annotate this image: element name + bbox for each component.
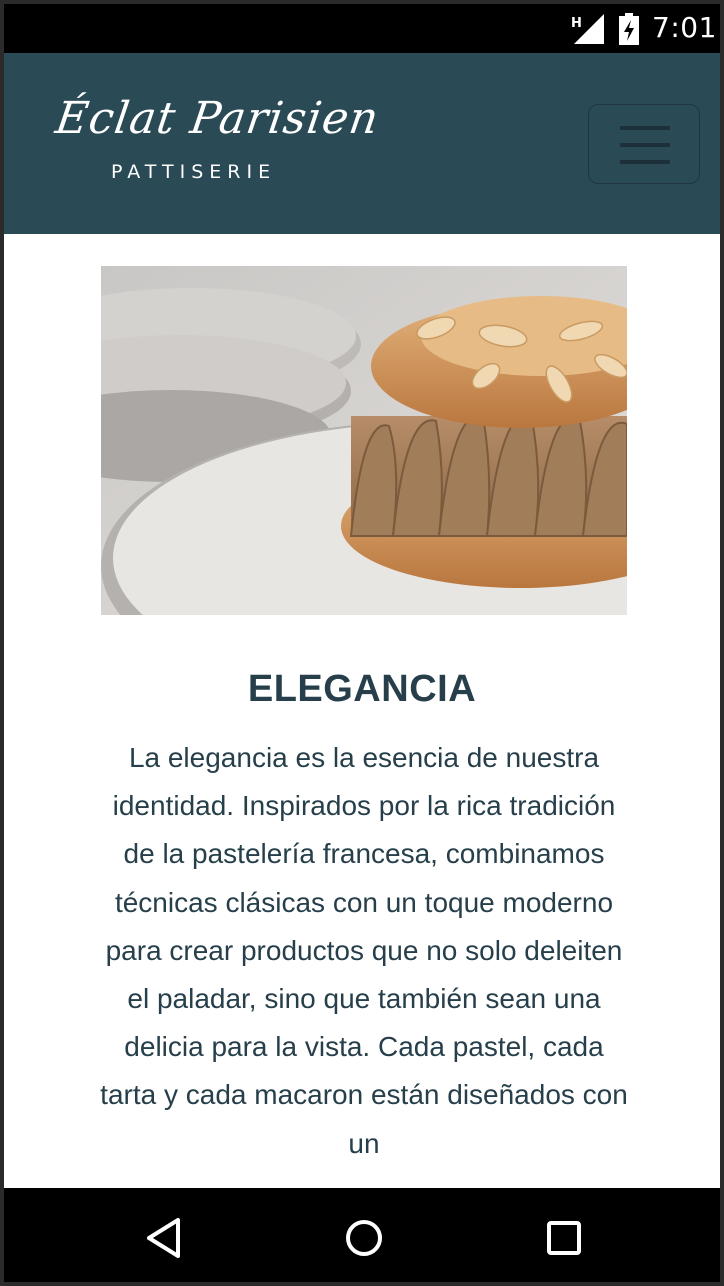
logo-script: Éclat Parisien bbox=[52, 93, 383, 144]
home-button[interactable] bbox=[334, 1208, 394, 1268]
hamburger-line bbox=[620, 126, 670, 130]
hamburger-line bbox=[620, 143, 670, 147]
clock: 7:01 bbox=[652, 11, 717, 44]
section-title: ELEGANCIA bbox=[247, 668, 477, 710]
hero-image bbox=[101, 266, 627, 615]
home-circle-icon bbox=[346, 1220, 382, 1256]
battery-charging-icon bbox=[619, 13, 639, 45]
site-header: Éclat Parisien PATTISERIE bbox=[4, 53, 720, 234]
back-triangle-icon bbox=[147, 1218, 180, 1258]
recents-button[interactable] bbox=[534, 1208, 594, 1268]
navigation-bar bbox=[4, 1188, 720, 1282]
status-bar: H 7:01 bbox=[4, 4, 720, 53]
device-screen: H 7:01 Éclat Parisien PATTISERIE ELEGANC… bbox=[4, 4, 720, 1282]
back-button[interactable] bbox=[134, 1208, 194, 1268]
network-badge: H bbox=[571, 16, 582, 31]
signal-icon: H bbox=[571, 14, 604, 44]
paris-brest-pastry-photo bbox=[101, 266, 627, 615]
logo-subtitle: PATTISERIE bbox=[111, 161, 277, 183]
logo[interactable]: Éclat Parisien PATTISERIE bbox=[52, 93, 382, 193]
recents-square-icon bbox=[547, 1221, 581, 1255]
menu-button[interactable] bbox=[588, 104, 700, 184]
main-content[interactable]: ELEGANCIA La elegancia es la esencia de … bbox=[4, 234, 720, 1188]
section-body: La elegancia es la esencia de nuestra id… bbox=[100, 742, 628, 1159]
hamburger-line bbox=[620, 160, 670, 164]
